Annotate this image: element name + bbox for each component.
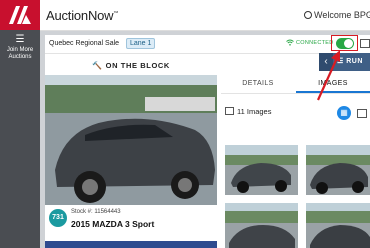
top-bar: AuctionNow™ Welcome BPGue: [40, 0, 370, 31]
block-title: ON THE BLOCK: [105, 61, 170, 70]
highlight-box: [331, 35, 358, 51]
image-thumbnail[interactable]: [225, 145, 298, 195]
list-view-button[interactable]: [357, 109, 367, 118]
thumbnail-image: [225, 203, 298, 248]
tab-details[interactable]: DETAILS: [221, 75, 295, 93]
image-thumbnail[interactable]: [225, 203, 298, 248]
thumbnail-image: [306, 145, 370, 195]
welcome-text: Welcome BPGue: [314, 10, 370, 20]
grid-icon: ▦: [340, 108, 348, 117]
image-count: 11 Images: [225, 107, 271, 116]
thumbnail-image: [225, 145, 298, 195]
sidebar: ☰ Join More Auctions: [0, 0, 40, 248]
window-icon[interactable]: [360, 39, 370, 48]
block-header: 🔨 ON THE BLOCK: [45, 55, 217, 73]
thumbnail-image: [306, 203, 370, 248]
lane-badge: Lane 1: [126, 38, 156, 49]
user-icon: [304, 11, 312, 19]
join-more-auctions-button[interactable]: ☰ Join More Auctions: [0, 34, 40, 61]
bid-bar: [45, 241, 217, 248]
logo-icon: [9, 6, 31, 24]
images-icon: [225, 107, 234, 115]
user-menu[interactable]: Welcome BPGue: [304, 10, 370, 20]
image-count-label: 11 Images: [237, 107, 272, 116]
chevron-left-icon[interactable]: ‹: [319, 53, 333, 71]
run-button[interactable]: ‹ ☰ RUN: [319, 53, 370, 71]
run-label: RUN: [346, 58, 363, 65]
join-label-line1: Join More: [6, 47, 34, 53]
wifi-icon: [286, 39, 294, 46]
tab-images[interactable]: IMAGES: [296, 75, 370, 93]
image-thumbnail[interactable]: [306, 145, 370, 195]
gavel-icon: 🔨: [92, 61, 103, 70]
auction-panel: Quebec Regional Sale Lane 1 CONNECTED 🔨 O…: [45, 35, 370, 248]
join-icon: ☰: [15, 34, 25, 45]
connection-status: CONNECTED: [296, 40, 334, 46]
tab-bar: DETAILS IMAGES: [221, 75, 370, 94]
brand-logo[interactable]: [0, 0, 40, 30]
vehicle-title: 2015 MAZDA 3 Sport: [71, 219, 155, 229]
sale-title: Quebec Regional Sale: [49, 40, 120, 47]
vehicle-info: 731 Stock #: 11564443 2015 MAZDA 3 Sport: [45, 205, 217, 239]
trademark-mark: ™: [113, 10, 119, 17]
image-thumbnail[interactable]: [306, 203, 370, 248]
stock-number: Stock #: 11564443: [71, 209, 121, 215]
list-icon: ☰: [337, 58, 347, 65]
grid-view-button[interactable]: ▦: [337, 106, 351, 120]
lot-number-badge: 731: [49, 209, 67, 227]
sale-bar: Quebec Regional Sale Lane 1 CONNECTED: [45, 35, 370, 54]
app-title: AuctionNow™: [46, 8, 119, 23]
join-label-line2: Auctions: [8, 54, 32, 60]
